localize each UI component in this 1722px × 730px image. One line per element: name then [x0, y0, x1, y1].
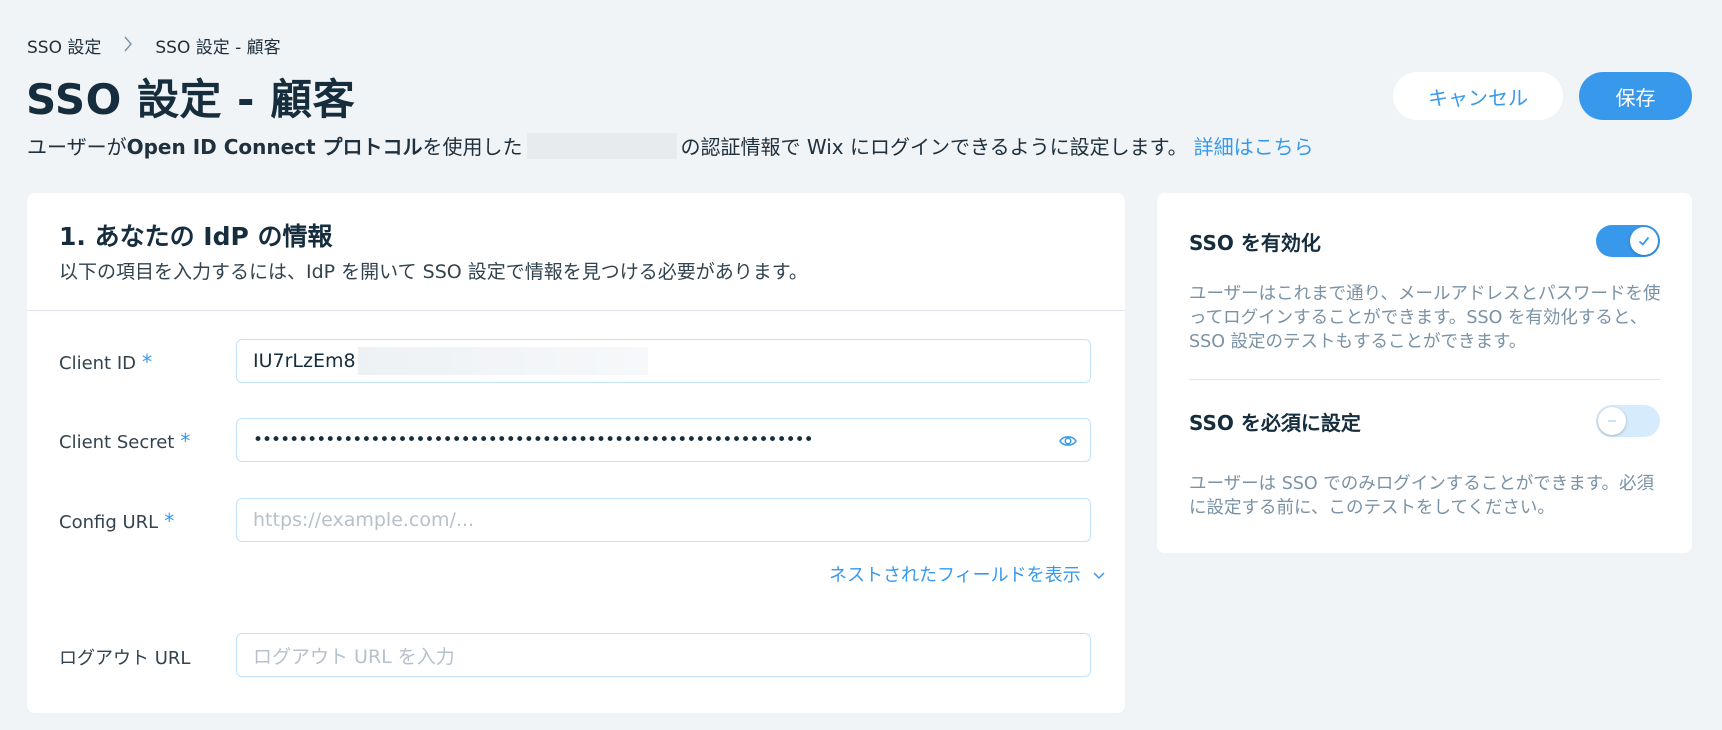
- cancel-button[interactable]: キャンセル: [1393, 72, 1563, 120]
- save-button[interactable]: 保存: [1579, 72, 1692, 120]
- chevron-right-icon: [123, 36, 133, 56]
- redacted-client-id: [357, 347, 648, 375]
- config-url-input[interactable]: https://example.com/...: [236, 498, 1091, 542]
- redacted-site-name: [526, 132, 677, 159]
- minus-icon: [1608, 420, 1616, 422]
- client-secret-input[interactable]: ••••••••••••••••••••••••••••••••••••••••…: [236, 418, 1091, 462]
- eye-icon[interactable]: [1058, 431, 1078, 456]
- config-url-label: Config URL *: [59, 509, 175, 533]
- idp-info-header: 1. あなたの IdP の情報 以下の項目を入力するには、IdP を開いて SS…: [27, 193, 1125, 311]
- logout-url-placeholder: ログアウト URL を入力: [253, 645, 455, 668]
- client-id-label: Client ID *: [59, 350, 153, 374]
- required-mark: *: [164, 509, 175, 533]
- idp-info-description: 以下の項目を入力するには、IdP を開いて SSO 設定で情報を見つける必要があ…: [59, 261, 808, 283]
- subtitle-mid: を使用した: [422, 135, 523, 159]
- page-title: SSO 設定 - 顧客: [26, 75, 356, 124]
- enable-sso-toggle[interactable]: [1596, 225, 1660, 257]
- breadcrumb-root[interactable]: SSO 設定: [27, 33, 101, 58]
- logout-url-label: ログアウト URL: [59, 648, 191, 669]
- enable-sso-title: SSO を有効化: [1189, 231, 1321, 255]
- toggle-knob: [1598, 407, 1626, 435]
- idp-info-title: 1. あなたの IdP の情報: [59, 222, 333, 251]
- subtitle-post: の認証情報で Wix にログインできるように設定します。: [680, 135, 1188, 159]
- client-id-value: IU7rLzEm8: [253, 350, 356, 372]
- require-sso-title: SSO を必須に設定: [1189, 411, 1361, 435]
- breadcrumb: SSO 設定 SSO 設定 - 顧客: [27, 33, 281, 58]
- subtitle-pre: ユーザーが: [27, 135, 127, 159]
- divider: [1189, 379, 1660, 380]
- toggle-knob: [1630, 227, 1658, 255]
- client-secret-label: Client Secret *: [59, 429, 191, 453]
- enable-sso-description: ユーザーはこれまで通り、メールアドレスとパスワードを使ってログインすることができ…: [1189, 284, 1661, 352]
- chevron-down-icon: [1093, 564, 1105, 585]
- require-sso-description: ユーザーは SSO でのみログインすることができます。必須に設定する前に、このテ…: [1189, 474, 1655, 518]
- client-id-input[interactable]: IU7rLzEm8: [236, 339, 1091, 383]
- learn-more-link[interactable]: 詳細はこちら: [1194, 131, 1314, 160]
- check-icon: [1638, 236, 1650, 246]
- page-subtitle: ユーザーが Open ID Connect プロトコル を使用した の認証情報で…: [27, 131, 1314, 160]
- idp-info-card: 1. あなたの IdP の情報 以下の項目を入力するには、IdP を開いて SS…: [27, 193, 1125, 713]
- required-mark: *: [180, 429, 191, 453]
- sso-settings-card: SSO を有効化 ユーザーはこれまで通り、メールアドレスとパスワードを使ってログ…: [1157, 193, 1692, 553]
- breadcrumb-current: SSO 設定 - 顧客: [155, 38, 281, 58]
- show-nested-fields-link[interactable]: ネストされたフィールドを表示: [829, 561, 1105, 587]
- require-sso-toggle[interactable]: [1596, 405, 1660, 437]
- config-url-placeholder: https://example.com/...: [253, 509, 475, 531]
- required-mark: *: [142, 350, 153, 374]
- logout-url-input[interactable]: ログアウト URL を入力: [236, 633, 1091, 677]
- client-secret-value: ••••••••••••••••••••••••••••••••••••••••…: [253, 430, 814, 450]
- subtitle-protocol: Open ID Connect プロトコル: [126, 135, 423, 159]
